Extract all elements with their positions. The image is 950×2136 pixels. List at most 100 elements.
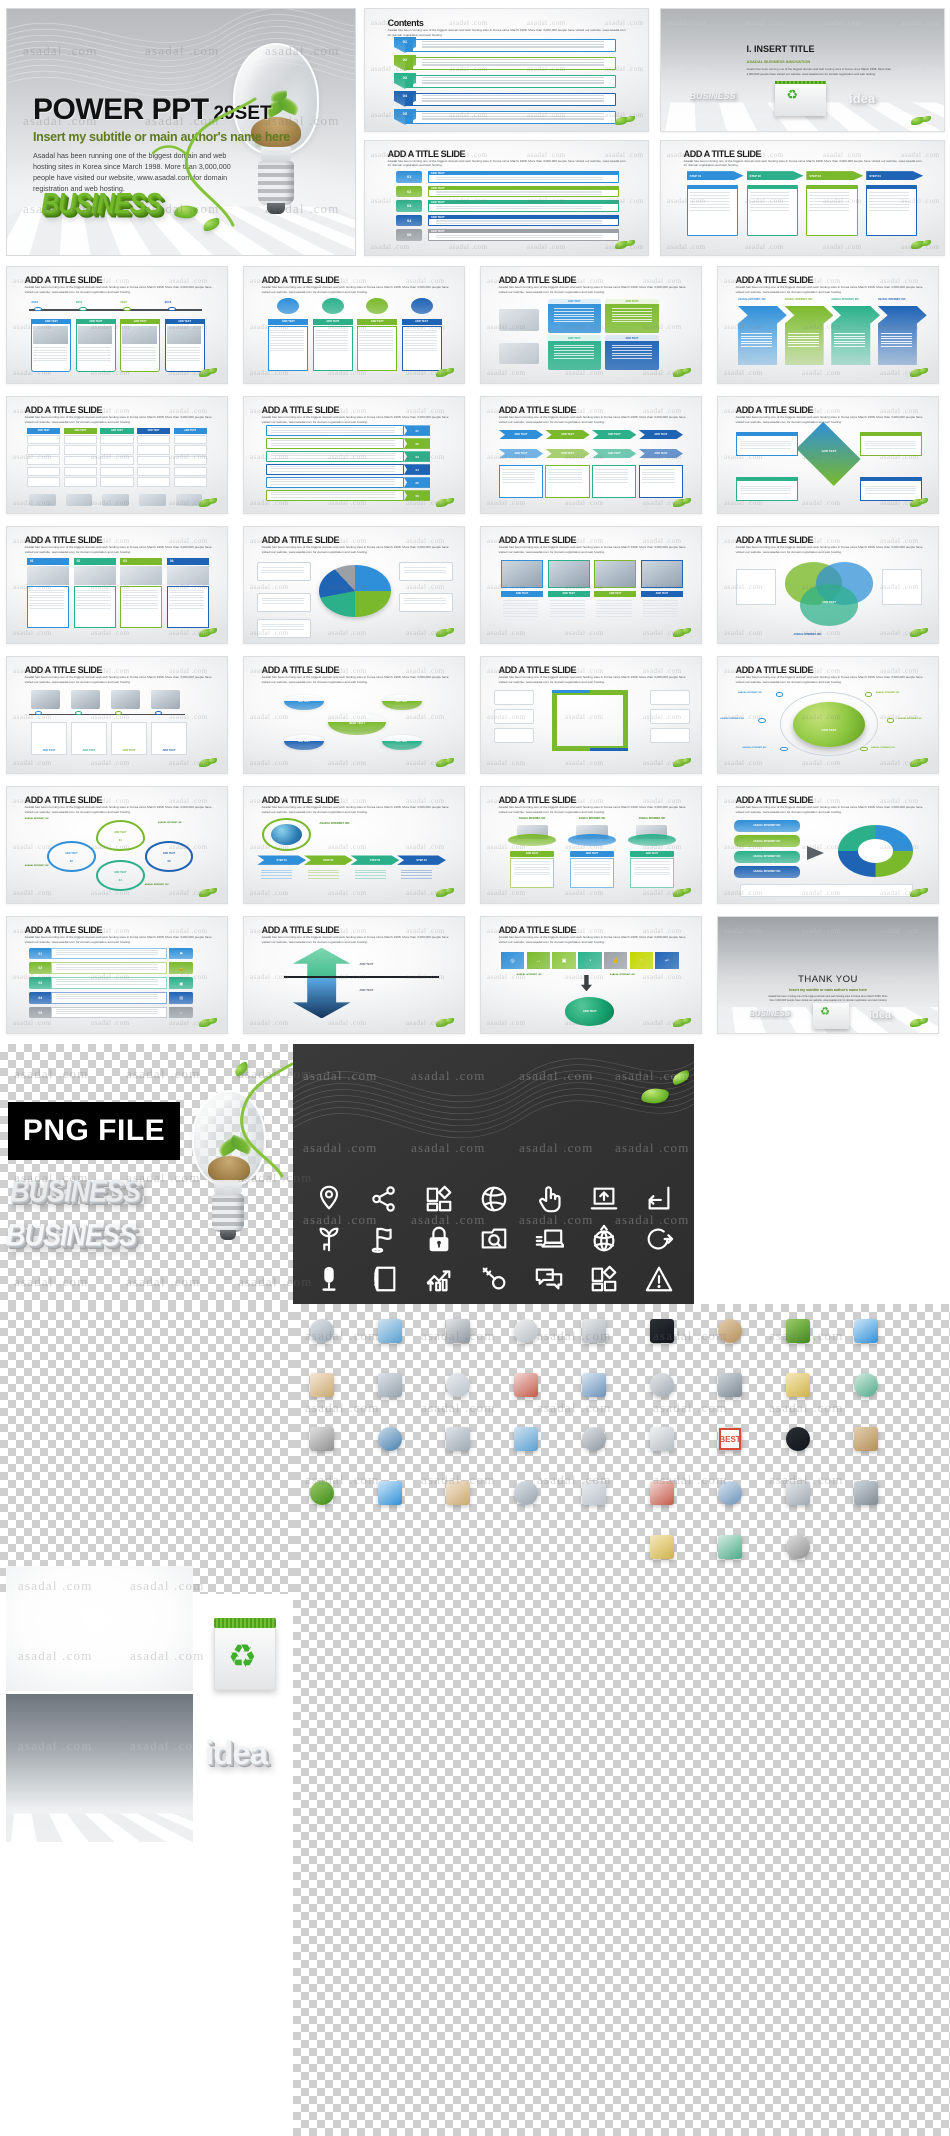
slide-thumbnail[interactable]: I. INSERT TITLE ASADAL BUSINESS INNOVATIO… [660, 8, 945, 132]
step-arrow[interactable]: STEP 02 [746, 171, 804, 181]
slide-thumbnail[interactable]: ADD A TITLE SLIDE Asadal has been running… [480, 266, 702, 384]
slide-thumbnail[interactable]: ADD A TITLE SLIDE Asadal has been running… [243, 396, 465, 514]
hub-center[interactable] [793, 701, 865, 747]
icon-tile[interactable]: ☝ [603, 952, 628, 969]
table-cell[interactable] [173, 477, 207, 487]
pie-chart[interactable] [319, 564, 391, 617]
slide-thumbnail[interactable]: ADD A TITLE SLIDE Asadal has been running… [6, 786, 228, 904]
icon-tile[interactable]: ↵ [655, 952, 679, 969]
slide-thumbnail[interactable]: ADD A TITLE SLIDE Asadal has been running… [6, 396, 228, 514]
asset-item[interactable] [577, 1368, 611, 1402]
asset-item[interactable] [305, 1422, 339, 1456]
asset-item[interactable] [509, 1476, 543, 1510]
corner-card[interactable] [735, 432, 798, 456]
table-cell[interactable] [63, 466, 97, 477]
table-cell[interactable] [173, 434, 207, 445]
side-card[interactable] [735, 569, 776, 605]
enter-arrow-screen-icon[interactable] [631, 1180, 686, 1218]
asset-item[interactable] [305, 1368, 339, 1402]
slide-thumbnail[interactable]: ADD A TITLE SLIDE Asadal has been running… [6, 266, 228, 384]
asset-item[interactable] [373, 1368, 407, 1402]
frame-callout[interactable] [494, 727, 535, 744]
clover-petal[interactable] [46, 841, 96, 872]
list-pill[interactable]: ASADAL INTERNET INC [733, 850, 801, 863]
slide-thumbnail[interactable]: Contents Asadal has been running one of t… [364, 8, 649, 132]
asset-item[interactable] [849, 1476, 883, 1510]
ribbon-tag[interactable]: 06 [403, 490, 431, 501]
microphone-icon[interactable] [301, 1260, 356, 1298]
asset-item[interactable] [781, 1314, 815, 1348]
corner-card[interactable] [860, 477, 923, 501]
ribbon-icon[interactable]: ▤ [169, 991, 194, 1004]
asset-item[interactable] [713, 1476, 747, 1510]
venn-circle[interactable] [800, 583, 858, 627]
ribbon-number[interactable]: 03 [29, 977, 52, 989]
photo-thumb[interactable] [547, 560, 590, 589]
hub-node[interactable] [757, 718, 766, 724]
list-number[interactable]: 03 [396, 200, 422, 212]
list-pill[interactable]: ASADAL INTERNET INC [733, 835, 801, 848]
asset-item[interactable] [713, 1530, 747, 1564]
podium-card[interactable] [509, 857, 555, 889]
asset-item[interactable] [849, 1314, 883, 1348]
asset-item[interactable] [441, 1422, 475, 1456]
icon-bubble[interactable] [321, 297, 344, 315]
table-cell[interactable] [63, 477, 97, 487]
frame-callout[interactable] [649, 690, 690, 706]
refresh-arrow-icon[interactable] [631, 1220, 686, 1258]
slide-thumbnail[interactable]: ADD A TITLE SLIDE Asadal has been running… [480, 656, 702, 774]
flow-arrow[interactable]: ADD TEXT [498, 448, 544, 459]
slide-thumbnail[interactable]: ADD A TITLE SLIDE Asadal has been running… [243, 266, 465, 384]
asset-item[interactable] [849, 1368, 883, 1402]
table-cell[interactable] [173, 466, 207, 477]
table-cell[interactable] [173, 445, 207, 455]
hub-node[interactable] [780, 746, 788, 752]
table-cell[interactable] [26, 456, 61, 466]
slide-thumbnail[interactable]: ADD A TITLE SLIDE Asadal has been running… [717, 526, 939, 644]
flow-arrow[interactable]: ADD TEXT [498, 430, 544, 440]
hub-node[interactable] [775, 692, 784, 698]
list-pill[interactable]: ASADAL INTERNET INC [733, 866, 801, 878]
table-cell[interactable] [136, 466, 171, 477]
asset-item[interactable] [441, 1314, 475, 1348]
frame-callout[interactable] [649, 727, 690, 744]
asset-item[interactable] [577, 1422, 611, 1456]
podium-disc[interactable] [567, 834, 617, 846]
podium-disc[interactable] [627, 834, 677, 846]
corner-card[interactable] [735, 477, 798, 501]
table-cell[interactable] [100, 466, 134, 477]
down-arrow[interactable] [292, 978, 351, 1019]
sprout-icon[interactable] [301, 1220, 356, 1258]
list-pill[interactable]: ASADAL INTERNET INC [733, 820, 801, 832]
asset-item[interactable] [781, 1368, 815, 1402]
podium-card[interactable] [569, 857, 615, 889]
flow-arrow[interactable]: ADD TEXT [545, 430, 590, 440]
podium-card[interactable] [629, 857, 675, 889]
table-cell[interactable] [100, 445, 134, 455]
icon-tile[interactable]: ▣ [552, 952, 576, 969]
ribbon-number[interactable]: 01 [29, 947, 52, 960]
step-arrow[interactable]: STEP 03 [806, 171, 864, 181]
icon-bubble[interactable] [277, 297, 300, 315]
slide-thumbnail[interactable]: ADD A TITLE SLIDE Asadal has been running… [717, 396, 939, 514]
laptop-stack-icon[interactable] [521, 1220, 576, 1258]
icon-tile[interactable]: ◔ [578, 952, 602, 969]
asset-item[interactable] [441, 1368, 475, 1402]
chat-bubbles-icon[interactable] [521, 1260, 576, 1298]
slide-thumbnail[interactable]: ADD A TITLE SLIDE Asadal has been running… [717, 266, 939, 384]
clover-petal[interactable] [95, 860, 145, 891]
flag-icon[interactable] [356, 1220, 411, 1258]
photo-thumb[interactable] [500, 560, 544, 589]
slide-thumbnail[interactable]: ADD A TITLE SLIDE Asadal has been running… [243, 786, 465, 904]
photo-thumb[interactable] [594, 560, 637, 589]
timeline-dot[interactable] [78, 306, 87, 312]
asset-item[interactable] [645, 1314, 679, 1348]
hub-node[interactable] [864, 692, 873, 698]
location-pin-icon[interactable] [301, 1180, 356, 1218]
asset-item[interactable] [373, 1422, 407, 1456]
icon-tile[interactable]: ↔ [526, 952, 551, 969]
ribbon-icon[interactable]: ▣ [169, 977, 194, 989]
frame-callout[interactable] [649, 708, 690, 725]
ribbon-number[interactable]: 02 [29, 962, 52, 975]
growth-chart-icon[interactable] [411, 1260, 466, 1298]
